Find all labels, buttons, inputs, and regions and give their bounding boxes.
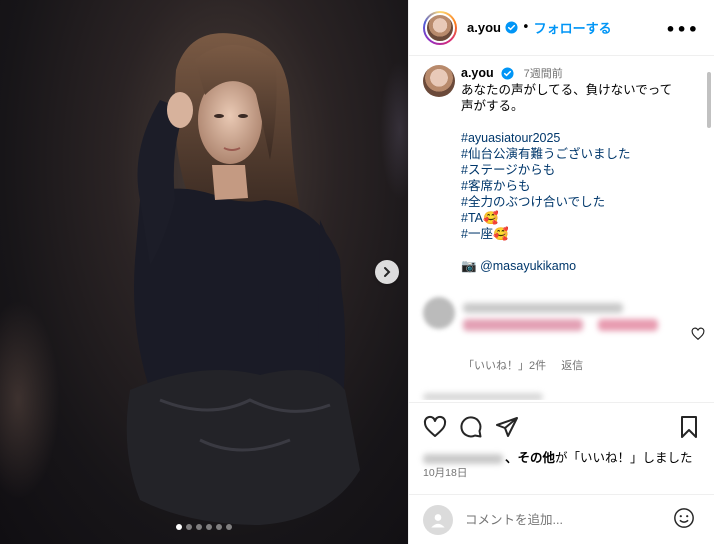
carousel-indicator: [176, 524, 232, 530]
chevron-right-icon: [384, 267, 391, 277]
more-options-icon[interactable]: •••: [665, 20, 699, 39]
comment-item: [423, 297, 703, 357]
likes-suffix: が「いいね！」しました: [555, 451, 693, 465]
post-header: a.you • フォローする •••: [409, 0, 714, 56]
user-placeholder-icon: [431, 513, 445, 527]
emoji-icon[interactable]: [673, 507, 695, 529]
caption-username[interactable]: a.you: [461, 66, 494, 80]
hashtag-link[interactable]: #客席からも: [461, 178, 703, 194]
performer-figure: [126, 33, 361, 525]
post-photo[interactable]: [0, 0, 408, 544]
post-time: 7週間前: [523, 68, 563, 80]
hashtag-link[interactable]: #仙台公演有難うございました: [461, 146, 703, 162]
hashtag-link[interactable]: #一座🥰: [461, 226, 703, 242]
carousel-dot: [226, 524, 232, 530]
comment-emoji-blurred: [598, 319, 658, 331]
like-icon[interactable]: [423, 415, 447, 439]
follow-button[interactable]: フォローする: [534, 18, 612, 37]
avatar: [423, 504, 453, 535]
verified-badge-icon: [505, 21, 518, 34]
liker-name-blurred: [423, 453, 503, 464]
carousel-dot: [206, 524, 212, 530]
comment-meta: 「いいね！」2件 返信: [463, 357, 595, 373]
share-icon[interactable]: [495, 415, 519, 439]
hashtag-link[interactable]: #全力のぶつけ合いでした: [461, 194, 703, 210]
carousel-next-button[interactable]: [375, 260, 399, 284]
scrollbar-thumb[interactable]: [707, 72, 711, 128]
hashtag-link[interactable]: #ステージからも: [461, 162, 703, 178]
verified-badge-icon: [501, 67, 514, 80]
hashtag-link[interactable]: #ayuasiatour2025: [461, 130, 703, 146]
comment-username-blurred: [463, 303, 623, 313]
caption: a.you 7週間前 あなたの声がしてる、負けないでって 声がする。 #ayua…: [423, 65, 703, 274]
reply-button[interactable]: 返信: [561, 360, 583, 372]
likes-summary[interactable]: 、その他が「いいね！」しました: [423, 447, 693, 466]
caption-line: 声がする。: [461, 99, 524, 113]
hashtag-link[interactable]: #TA🥰: [461, 210, 703, 226]
separator-dot: •: [521, 20, 530, 35]
likes-others: 、その他: [505, 451, 556, 465]
camera-icon: 📷: [461, 259, 477, 273]
add-comment-bar: [409, 494, 714, 544]
post-actions: 、その他が「いいね！」しました 10月18日: [409, 402, 714, 502]
carousel-dot: [196, 524, 202, 530]
comment-like-icon[interactable]: [691, 327, 705, 341]
comment-likes-count[interactable]: 「いいね！」2件: [463, 360, 546, 372]
caption-line: あなたの声がしてる、負けないでって: [461, 83, 673, 97]
comment-item-blurred: [423, 393, 543, 400]
avatar[interactable]: [423, 65, 455, 97]
bookmark-icon[interactable]: [677, 415, 701, 439]
comment-text-blurred: [463, 319, 583, 331]
username-link[interactable]: a.you: [467, 20, 501, 35]
mention-link[interactable]: @masayukikamo: [480, 259, 576, 273]
post-date: 10月18日: [423, 467, 468, 479]
carousel-dot: [176, 524, 182, 530]
carousel-dot: [186, 524, 192, 530]
avatar[interactable]: [423, 297, 455, 329]
carousel-dot: [216, 524, 222, 530]
avatar: [425, 12, 455, 43]
post-sidebar: a.you • フォローする ••• a.you 7週間前 あなたの声がしてる、…: [408, 0, 714, 544]
comment-icon[interactable]: [459, 415, 483, 439]
story-ring[interactable]: [423, 10, 457, 45]
comment-input[interactable]: [465, 512, 665, 527]
comments-section[interactable]: a.you 7週間前 あなたの声がしてる、負けないでって 声がする。 #ayua…: [409, 57, 714, 400]
